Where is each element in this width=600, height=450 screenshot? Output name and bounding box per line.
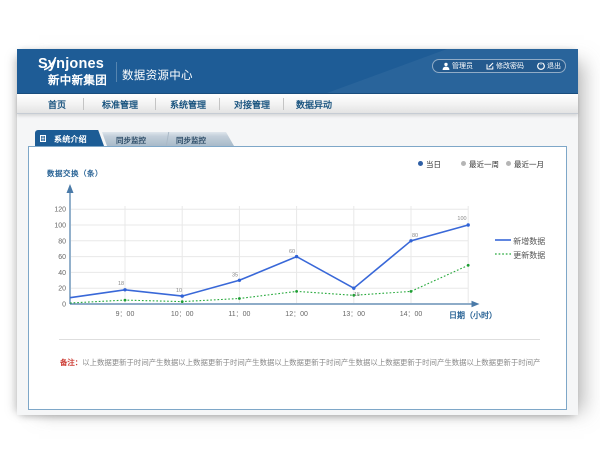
svg-text:14：00: 14：00 [400, 311, 423, 318]
svg-text:40: 40 [58, 270, 66, 277]
svg-text:120: 120 [54, 207, 66, 214]
svg-text:20: 20 [58, 286, 66, 293]
svg-text:60: 60 [289, 249, 295, 255]
svg-text:35: 35 [232, 273, 238, 279]
svg-text:12：00: 12：00 [285, 311, 308, 318]
svg-text:60: 60 [58, 254, 66, 261]
svg-text:10：00: 10：00 [171, 311, 194, 318]
svg-text:10: 10 [176, 288, 182, 294]
svg-text:80: 80 [58, 238, 66, 245]
svg-text:18: 18 [118, 281, 124, 287]
svg-text:9：00: 9：00 [116, 311, 135, 318]
svg-text:11：00: 11：00 [228, 311, 250, 318]
svg-text:100: 100 [457, 216, 466, 222]
svg-text:80: 80 [412, 233, 418, 239]
svg-text:100: 100 [54, 223, 66, 230]
svg-text:13：00: 13：00 [343, 311, 366, 318]
svg-text:0: 0 [62, 302, 66, 309]
svg-text:15: 15 [354, 292, 360, 298]
